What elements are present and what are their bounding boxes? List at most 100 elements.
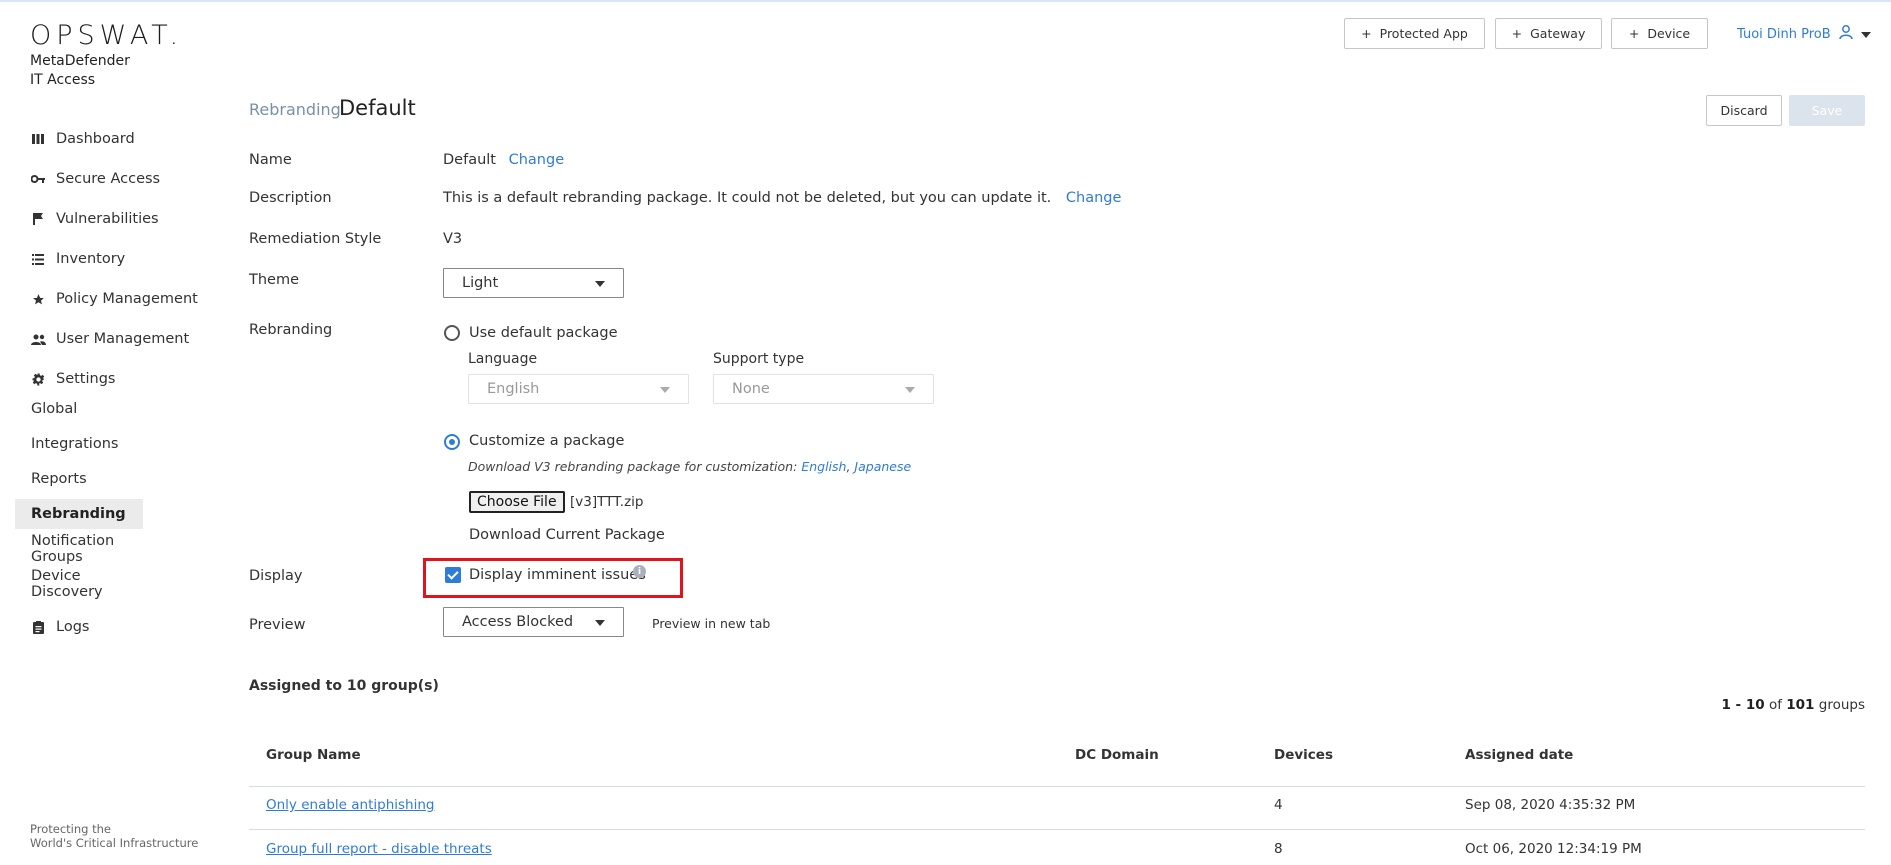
description-value-row: This is a default rebranding package. It… (443, 190, 1121, 206)
plus-icon: + (1628, 26, 1640, 41)
star-icon (30, 291, 46, 307)
table-divider (249, 829, 1865, 830)
add-device-button[interactable]: + Device (1611, 18, 1708, 49)
devices-cell: 8 (1274, 841, 1283, 857)
user-icon (1838, 24, 1853, 44)
settings-sub-integrations[interactable]: Integrations (15, 429, 143, 459)
display-label: Display (249, 568, 303, 584)
change-description-link[interactable]: Change (1066, 190, 1122, 206)
change-name-link[interactable]: Change (509, 152, 565, 168)
add-gateway-button[interactable]: + Gateway (1495, 18, 1602, 49)
sidebar-item-vulnerabilities[interactable]: Vulnerabilities (30, 206, 159, 232)
preview-value: Access Blocked (462, 614, 574, 630)
pager-unit: groups (1818, 697, 1865, 713)
tagline-line-2: World's Critical Infrastructure (30, 836, 199, 850)
settings-sub-device-discovery[interactable]: Device Discovery (15, 568, 143, 600)
breadcrumb[interactable]: Rebranding (249, 100, 341, 119)
description-value: This is a default rebranding package. It… (443, 190, 1052, 206)
preview-in-new-tab-link[interactable]: Preview in new tab (652, 616, 770, 631)
sidebar: OPSWAT. MetaDefender IT Access Dashboard… (0, 0, 210, 865)
button-label: Gateway (1530, 26, 1586, 41)
customize-package-label[interactable]: Customize a package (469, 433, 624, 449)
rebranding-label: Rebranding (249, 322, 333, 338)
users-icon (30, 331, 46, 347)
assigned-date-cell: Sep 08, 2020 4:35:32 PM (1465, 797, 1636, 813)
download-japanese-link[interactable]: Japanese (854, 459, 911, 474)
info-icon[interactable]: i (633, 565, 646, 578)
column-header-group-name[interactable]: Group Name (266, 747, 361, 763)
description-label: Description (249, 190, 332, 206)
sidebar-item-label: Logs (56, 619, 90, 635)
save-button[interactable]: Save (1789, 95, 1865, 126)
support-type-value: None (732, 381, 770, 397)
assigned-groups-heading: Assigned to 10 group(s) (249, 678, 439, 694)
product-line-2: IT Access (30, 72, 96, 88)
button-label: Protected App (1379, 26, 1468, 41)
brand-tagline: Protecting the World's Critical Infrastr… (30, 822, 198, 850)
caret-down-icon (905, 387, 915, 393)
bars-icon (30, 131, 46, 147)
user-menu[interactable]: Tuoi Dinh ProB (1737, 22, 1871, 46)
settings-sub-global[interactable]: Global (15, 394, 143, 424)
top-border (0, 0, 1891, 2)
settings-sub-notification-groups[interactable]: Notification Groups (15, 533, 143, 565)
gear-icon (30, 371, 46, 387)
user-name: Tuoi Dinh ProB (1737, 26, 1831, 42)
name-value-row: Default Change (443, 152, 564, 168)
theme-label: Theme (249, 272, 300, 288)
sidebar-item-label: Secure Access (56, 171, 161, 187)
group-name-link[interactable]: Group full report - disable threats (266, 841, 492, 857)
sidebar-item-settings[interactable]: Settings (30, 366, 115, 392)
assigned-date-cell: Oct 06, 2020 12:34:19 PM (1465, 841, 1642, 857)
choose-file-button[interactable]: Choose File (469, 491, 565, 513)
key-icon (30, 171, 46, 187)
pager-range: 1 - 10 (1721, 697, 1765, 713)
support-type-label: Support type (713, 351, 805, 367)
support-type-select[interactable]: None (713, 374, 934, 404)
settings-sub-rebranding[interactable]: Rebranding (15, 499, 143, 529)
use-default-label[interactable]: Use default package (469, 325, 618, 341)
pagination-summary: 1 - 10 of 101 groups (1721, 697, 1865, 713)
display-imminent-issues-checkbox[interactable] (445, 567, 461, 583)
list-icon (30, 251, 46, 267)
column-header-assigned-date[interactable]: Assigned date (1465, 747, 1573, 763)
sidebar-item-label: Settings (56, 371, 116, 387)
download-current-package-link[interactable]: Download Current Package (469, 527, 665, 543)
add-protected-app-button[interactable]: + Protected App (1344, 18, 1485, 49)
sidebar-item-user-management[interactable]: User Management (30, 326, 189, 352)
opswat-logo[interactable]: OPSWAT. (30, 20, 183, 51)
settings-sub-reports[interactable]: Reports (15, 464, 143, 494)
customize-package-radio[interactable] (444, 434, 460, 450)
caret-down-icon (660, 387, 670, 393)
caret-down-icon (595, 620, 605, 626)
group-name-link[interactable]: Only enable antiphishing (266, 797, 434, 813)
theme-value: Light (462, 275, 499, 291)
discard-button[interactable]: Discard (1706, 95, 1782, 126)
plus-icon: + (1361, 26, 1372, 41)
column-header-dc-domain[interactable]: DC Domain (1075, 747, 1159, 763)
sidebar-item-logs[interactable]: Logs (30, 614, 89, 640)
table-divider (249, 786, 1865, 787)
download-hint-text: Download V3 rebranding package for custo… (468, 459, 798, 474)
language-select[interactable]: English (468, 374, 689, 404)
separator: , (846, 459, 851, 474)
product-line-1: MetaDefender (30, 53, 130, 69)
download-english-link[interactable]: English (801, 459, 846, 474)
remediation-value: V3 (443, 231, 463, 247)
sidebar-item-dashboard[interactable]: Dashboard (30, 126, 135, 152)
use-default-radio[interactable] (444, 325, 460, 341)
column-header-devices[interactable]: Devices (1274, 747, 1333, 763)
plus-icon: + (1511, 26, 1523, 41)
preview-label: Preview (249, 617, 306, 633)
sidebar-item-label: Policy Management (56, 291, 198, 307)
caret-down-icon (595, 281, 605, 287)
sidebar-item-label: Inventory (56, 251, 126, 267)
sidebar-item-policy-management[interactable]: Policy Management (30, 286, 198, 312)
theme-select[interactable]: Light (443, 268, 624, 298)
sidebar-item-secure-access[interactable]: Secure Access (30, 166, 160, 192)
language-value: English (487, 381, 540, 397)
display-imminent-issues-label[interactable]: Display imminent issues (469, 567, 646, 583)
preview-select[interactable]: Access Blocked (443, 607, 624, 637)
sidebar-item-inventory[interactable]: Inventory (30, 246, 125, 272)
pager-total: 101 (1786, 697, 1815, 713)
